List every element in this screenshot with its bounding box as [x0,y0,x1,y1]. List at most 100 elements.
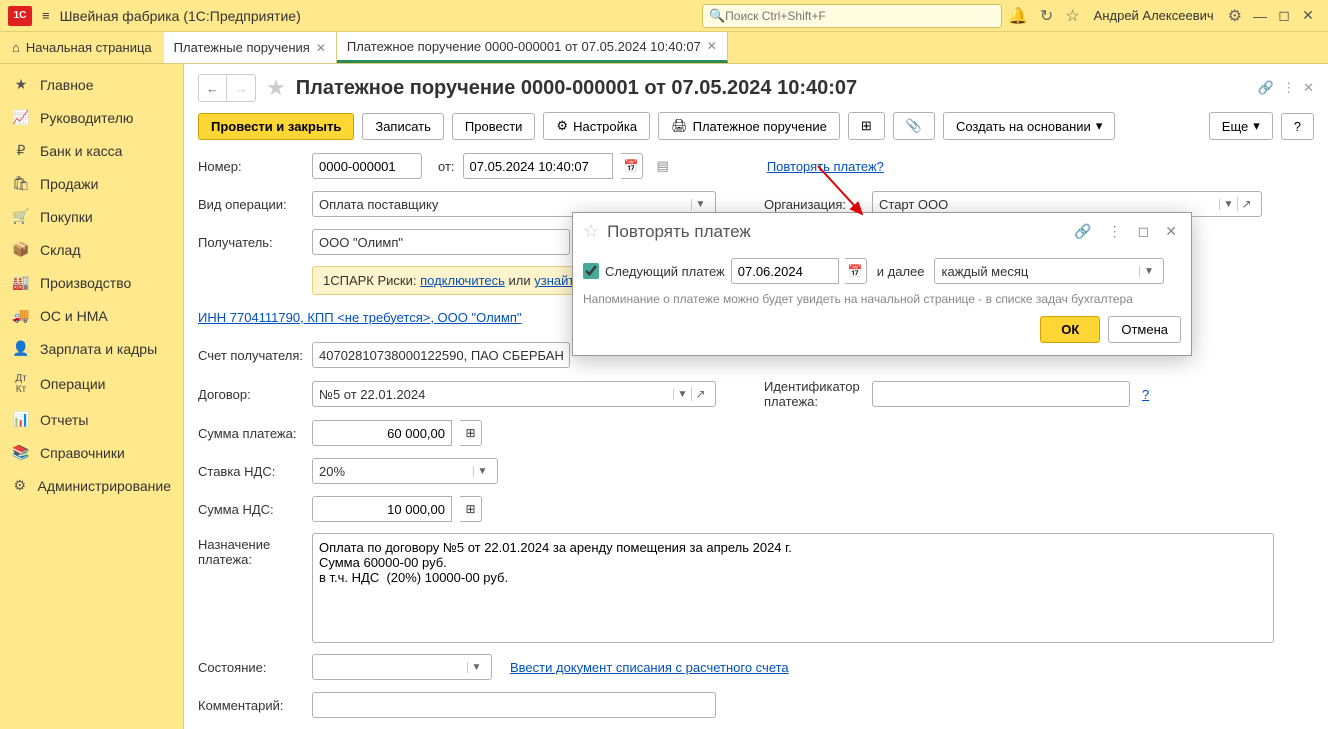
next-payment-checkbox[interactable] [583,263,599,279]
spark-connect-link[interactable]: подключитесь [420,273,505,288]
sidebar-item-hr[interactable]: 👤Зарплата и кадры [0,332,183,365]
receiver-select[interactable]: ООО "Олимп" [312,229,570,255]
next-payment-label: Следующий платеж [605,264,725,279]
tabstrip: ⌂ Начальная страница Платежные поручения… [0,32,1328,64]
sidebar-item-reports[interactable]: 📊Отчеты [0,403,183,436]
cart-icon: 🛒 [12,208,30,225]
hamburger-icon[interactable]: ≡ [42,8,50,23]
forward-button[interactable]: → [227,75,255,101]
chevron-down-icon[interactable]: ▼ [673,389,691,400]
settings-button[interactable]: ⚙Настройка [543,112,650,140]
global-search[interactable]: 🔍 [702,4,1002,28]
user-name[interactable]: Андрей Алексеевич [1094,8,1214,23]
button-label: Платежное поручение [693,119,827,134]
create-based-button[interactable]: Создать на основании ▾ [943,112,1115,140]
state-select[interactable]: ▼ [312,654,492,680]
post-button[interactable]: Провести [452,113,536,140]
chevron-down-icon[interactable]: ▼ [467,662,485,673]
maximize-icon[interactable]: ◻ [1138,223,1150,240]
kebab-icon[interactable]: ⋮ [1282,80,1295,96]
sidebar-item-operations[interactable]: ДтКтОперации [0,365,183,403]
next-date-input[interactable] [731,258,839,284]
close-doc-icon[interactable]: ✕ [1303,80,1314,96]
dialog-note: Напоминание о платеже можно будет увидет… [583,292,1181,306]
sidebar-item-label: Справочники [40,445,125,461]
sidebar-item-manager[interactable]: 📈Руководителю [0,101,183,134]
close-dialog-icon[interactable]: ✕ [1165,223,1177,240]
more-button[interactable]: Еще ▾ [1209,112,1273,140]
receiver-account-select[interactable]: 40702810738000122590, ПАО СБЕРБАНК [312,342,570,368]
select-value: 20% [319,464,473,479]
print-button[interactable]: 🖨Платежное поручение [658,112,840,140]
sidebar-item-admin[interactable]: ⚙Администрирование [0,469,183,502]
nav-arrows: ← → [198,74,256,102]
comment-input[interactable] [312,692,716,718]
payment-sum-input[interactable] [312,420,452,446]
sidebar-item-references[interactable]: 📚Справочники [0,436,183,469]
spark-text: 1СПАРК Риски: [323,273,420,288]
open-icon[interactable]: ↗ [691,387,709,401]
chevron-down-icon[interactable]: ▼ [1219,199,1237,210]
sidebar-item-bank[interactable]: ₽Банк и касса [0,134,183,167]
vat-rate-select[interactable]: 20% ▼ [312,458,498,484]
tab-home[interactable]: ⌂ Начальная страница [0,32,164,63]
payment-id-input[interactable] [872,381,1130,407]
search-input[interactable] [725,9,995,23]
bell-icon[interactable]: 🔔 [1008,6,1028,26]
star-icon[interactable]: ☆ [1065,6,1079,26]
sidebar-item-purchases[interactable]: 🛒Покупки [0,200,183,233]
favorite-star-icon[interactable]: ★ [266,75,286,101]
tab-label: Платежные поручения [174,40,310,55]
sidebar-item-label: Зарплата и кадры [40,341,157,357]
calendar-button[interactable]: 📅 [845,258,867,284]
settings-icon[interactable]: ⚙ [1228,6,1242,26]
help-ident-link[interactable]: ? [1142,387,1149,402]
sidebar-item-os[interactable]: 🚚ОС и НМА [0,299,183,332]
sidebar-item-stock[interactable]: 📦Склад [0,233,183,266]
repeat-payment-link[interactable]: Повторять платеж? [767,159,884,174]
star-icon[interactable]: ☆ [583,221,599,242]
minimize-button[interactable]: — [1248,8,1272,24]
tab-payment-orders[interactable]: Платежные поручения ✕ [164,32,337,63]
open-icon[interactable]: ↗ [1237,197,1255,211]
contract-select[interactable]: №5 от 22.01.2024 ▼ ↗ [312,381,716,407]
inn-link[interactable]: ИНН 7704111790, КПП <не требуется>, ООО … [198,310,522,325]
cancel-button[interactable]: Отмена [1108,316,1181,343]
chevron-down-icon[interactable]: ▼ [473,466,491,477]
enter-writeoff-link[interactable]: Ввести документ списания с расчетного сч… [510,660,789,675]
close-icon[interactable]: ✕ [316,41,326,55]
chart-icon: 📈 [12,109,30,126]
link-icon[interactable]: 🔗 [1074,223,1091,240]
save-button[interactable]: Записать [362,113,444,140]
back-button[interactable]: ← [199,75,227,101]
chevron-down-icon[interactable]: ▼ [1139,266,1157,277]
tab-payment-order-doc[interactable]: Платежное поручение 0000-000001 от 07.05… [337,32,728,63]
number-input[interactable] [312,153,422,179]
post-and-close-button[interactable]: Провести и закрыть [198,113,354,140]
sidebar-item-main[interactable]: ★Главное [0,68,183,101]
ok-button[interactable]: ОК [1040,316,1100,343]
list-icon[interactable]: ▤ [657,158,669,174]
frequency-select[interactable]: каждый месяц ▼ [934,258,1164,284]
sidebar-item-sales[interactable]: 🛍Продажи [0,167,183,200]
sidebar-item-production[interactable]: 🏭Производство [0,266,183,299]
calc-button[interactable]: ⊞ [460,496,482,522]
kebab-icon[interactable]: ⋮ [1108,223,1122,240]
vat-sum-input[interactable] [312,496,452,522]
attach-button[interactable]: 📎 [893,112,935,140]
date-input[interactable] [463,153,613,179]
calendar-button[interactable]: 📅 [621,153,643,179]
chevron-down-icon[interactable]: ▼ [691,199,709,210]
maximize-button[interactable]: ◻ [1272,7,1296,24]
structure-button[interactable]: ⊞ [848,112,885,140]
help-button[interactable]: ? [1281,113,1314,140]
app-title: Швейная фабрика (1С:Предприятие) [60,8,301,24]
link-icon[interactable]: 🔗 [1258,80,1274,96]
close-window-button[interactable]: ✕ [1296,7,1320,24]
debit-credit-icon: ДтКт [12,373,30,395]
calc-button[interactable]: ⊞ [460,420,482,446]
select-value: №5 от 22.01.2024 [319,387,673,402]
close-icon[interactable]: ✕ [707,39,717,53]
purpose-textarea[interactable] [312,533,1274,643]
history-icon[interactable]: ↻ [1040,6,1053,26]
